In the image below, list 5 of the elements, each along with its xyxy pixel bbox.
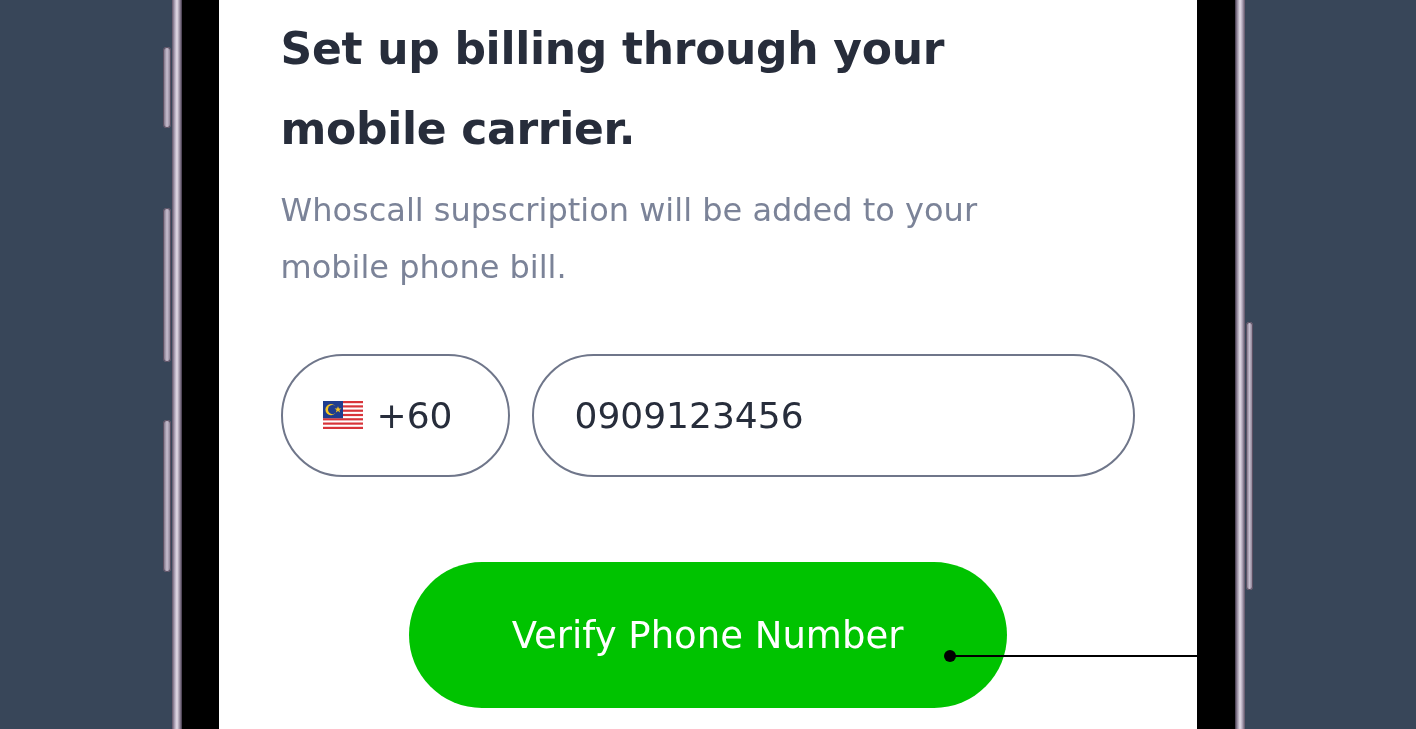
country-code-picker[interactable]: +60 bbox=[280, 354, 510, 477]
flag-icon bbox=[322, 400, 363, 431]
phone-number-field[interactable]: 0909123456 bbox=[531, 354, 1135, 477]
page-heading: Set up billing through your mobile carrier. bbox=[280, 22, 946, 156]
description-text: Whoscall supscription will be added to your mobile phone bill. bbox=[280, 190, 979, 288]
